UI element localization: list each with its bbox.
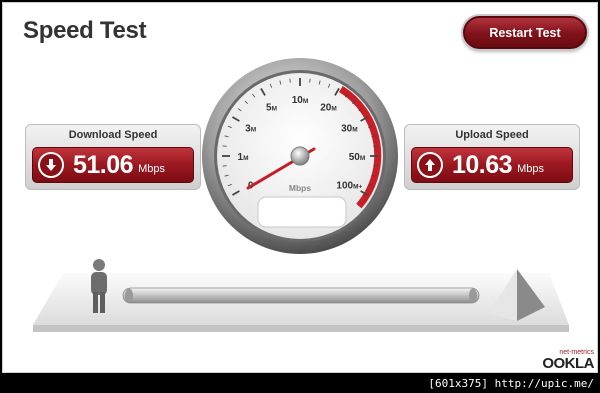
arrow-down-icon [38,152,64,178]
speedtest-app: Speed Test Restart Test Download Speed 5… [2,2,598,373]
gauge-unit-label: Mbps [289,183,311,193]
download-panel: Download Speed 51.06 Mbps [25,124,201,190]
speed-gauge: 01M3M5M10M20M30M50M100M+ Mbps [202,58,398,254]
upload-unit: Mbps [517,163,544,175]
download-unit: Mbps [138,163,165,175]
page-title: Speed Test [23,17,147,44]
upload-value: 10.63 [452,150,513,179]
download-label: Download Speed [68,129,158,141]
image-caption: [601x375] http://upic.me/ [428,377,594,390]
upload-panel: Upload Speed 10.63 Mbps [404,124,580,190]
gauge-display-box [257,196,347,228]
restart-test-button[interactable]: Restart Test [463,16,587,49]
gauge-minor-tick [222,145,227,147]
download-readout: 51.06 Mbps [32,147,194,183]
ookla-wordmark: OOKLA [542,355,594,372]
upload-readout: 10.63 Mbps [411,147,573,183]
gauge-minor-tick [222,165,227,167]
gauge-minor-tick [373,145,378,147]
gauge-hub [290,146,310,166]
arrow-up-icon [417,152,443,178]
ookla-logo: net-metrics OOKLA [534,346,596,372]
gauge-minor-tick [373,165,378,167]
download-value: 51.06 [73,150,134,179]
person-icon [91,259,107,313]
progress-track [33,269,569,332]
gauge-minor-tick [289,78,291,83]
gauge-minor-tick [309,78,311,83]
upload-label: Upload Speed [455,129,529,141]
